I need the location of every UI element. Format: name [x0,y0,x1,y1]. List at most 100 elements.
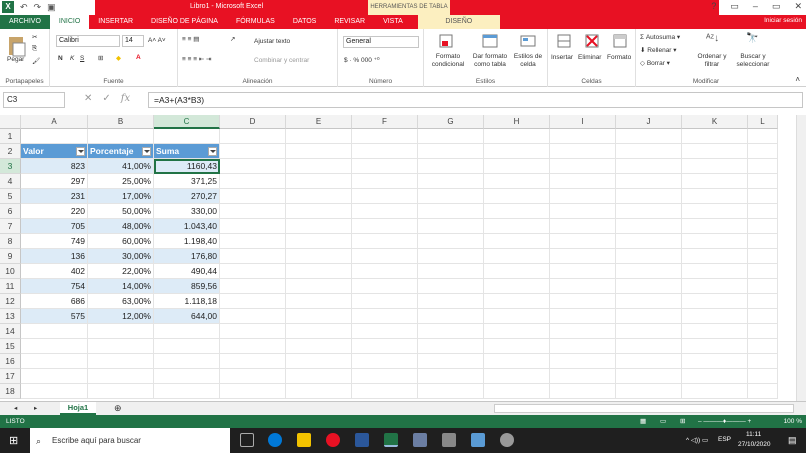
column-header-f[interactable]: F [352,115,418,129]
save-icon[interactable]: ▣ [47,2,56,13]
minimize-icon[interactable]: – [753,1,758,12]
grid-cell[interactable] [616,384,682,399]
grid-cell[interactable] [484,369,550,384]
grid-cell[interactable] [484,339,550,354]
grid-cell[interactable] [550,279,616,294]
grid-cell[interactable] [616,354,682,369]
grid-cell[interactable] [286,174,352,189]
grid-cell[interactable] [286,219,352,234]
sort-filter-button[interactable]: Ordenar y filtrar [694,53,730,69]
grid-cell[interactable] [286,234,352,249]
taskbar-search[interactable]: Escribe aquí para buscar [30,428,230,453]
grid-cell[interactable] [418,384,484,399]
grid-cell[interactable] [616,129,682,144]
language-indicator[interactable]: ESP [718,436,731,443]
grid-cell[interactable] [748,324,778,339]
row-header-13[interactable]: 13 [0,309,21,324]
grid-cell[interactable] [682,234,748,249]
grid-cell[interactable] [286,279,352,294]
table-header-cell[interactable]: Valor [21,144,88,159]
grid-cell[interactable] [88,324,154,339]
currency-icon[interactable]: $ · % 000 ⁺⁰ [344,56,380,64]
column-header-j[interactable]: J [616,115,682,129]
filter-dropdown-icon[interactable] [208,147,217,156]
table-cell[interactable]: 1.043,40 [154,219,220,234]
table-cell[interactable]: 63,00% [88,294,154,309]
insert-function-icon[interactable]: fx [121,93,130,104]
row-header-8[interactable]: 8 [0,234,21,249]
column-header-h[interactable]: H [484,115,550,129]
grid-cell[interactable] [286,369,352,384]
row-header-6[interactable]: 6 [0,204,21,219]
grid-cell[interactable] [21,324,88,339]
grid-cell[interactable] [484,174,550,189]
grid-cell[interactable] [748,249,778,264]
grid-cell[interactable] [154,369,220,384]
grid-cell[interactable] [286,309,352,324]
row-header-3[interactable]: 3 [0,159,21,174]
grid-cell[interactable] [352,369,418,384]
grid-cell[interactable] [418,324,484,339]
autosum-button[interactable]: Σ Autosuma ▾ [640,33,680,41]
grid-cell[interactable] [682,339,748,354]
grid-cell[interactable] [682,324,748,339]
table-cell[interactable]: 686 [21,294,88,309]
grid-cell[interactable] [484,294,550,309]
table-cell[interactable]: 1.198,40 [154,234,220,249]
tab-revisar[interactable]: REVISAR [325,15,374,29]
grid-cell[interactable] [418,369,484,384]
filter-dropdown-icon[interactable] [76,147,85,156]
grid-cell[interactable] [682,159,748,174]
grid-cell[interactable] [616,369,682,384]
grid-cell[interactable] [682,279,748,294]
grid-cell[interactable] [220,264,286,279]
tab-datos[interactable]: DATOS [284,15,325,29]
tab-vista[interactable]: VISTA [374,15,412,29]
grid-cell[interactable] [154,324,220,339]
grid-cell[interactable] [418,204,484,219]
column-header-d[interactable]: D [220,115,286,129]
grid-cell[interactable] [220,159,286,174]
sign-in-link[interactable]: Iniciar sesión [764,17,802,24]
format-as-table-icon[interactable] [482,33,498,49]
grid-cell[interactable] [748,339,778,354]
grid-cell[interactable] [550,174,616,189]
tab-formulas[interactable]: FÓRMULAS [227,15,284,29]
tray-icons[interactable]: ^ ◁)) ▭ [686,436,708,444]
grid-cell[interactable] [352,384,418,399]
help-icon[interactable]: ? [711,1,716,12]
grid-cell[interactable] [154,354,220,369]
table-cell[interactable]: 176,80 [154,249,220,264]
grid-cell[interactable] [550,129,616,144]
format-button[interactable]: Formato [607,54,631,61]
grid-cell[interactable] [154,384,220,399]
grid-cell[interactable] [418,354,484,369]
grid-cell[interactable] [484,129,550,144]
grid-cell[interactable] [484,264,550,279]
row-header-5[interactable]: 5 [0,189,21,204]
grid-cell[interactable] [616,249,682,264]
confirm-entry-icon[interactable]: ✓ [102,93,110,104]
table-cell[interactable]: 25,00% [88,174,154,189]
grid-cell[interactable] [154,129,220,144]
filter-dropdown-icon[interactable] [142,147,151,156]
sheet-tab[interactable]: Hoja1 [60,402,96,415]
grid-cell[interactable] [748,159,778,174]
row-header-17[interactable]: 17 [0,369,21,384]
grid-cell[interactable] [286,129,352,144]
tab-inicio[interactable]: INICIO [49,15,90,29]
task-view-icon[interactable] [240,433,254,447]
grid-cell[interactable] [418,339,484,354]
grid-cell[interactable] [748,369,778,384]
column-header-g[interactable]: G [418,115,484,129]
vertical-scrollbar[interactable] [796,115,806,401]
grid-cell[interactable] [352,159,418,174]
grid-cell[interactable] [748,264,778,279]
grid-cell[interactable] [21,129,88,144]
grid-cell[interactable] [616,219,682,234]
grid-cell[interactable] [748,189,778,204]
cell-styles-button[interactable]: Estilos de celda [510,53,546,69]
row-header-2[interactable]: 2 [0,144,21,159]
grid-cell[interactable] [682,384,748,399]
row-header-11[interactable]: 11 [0,279,21,294]
